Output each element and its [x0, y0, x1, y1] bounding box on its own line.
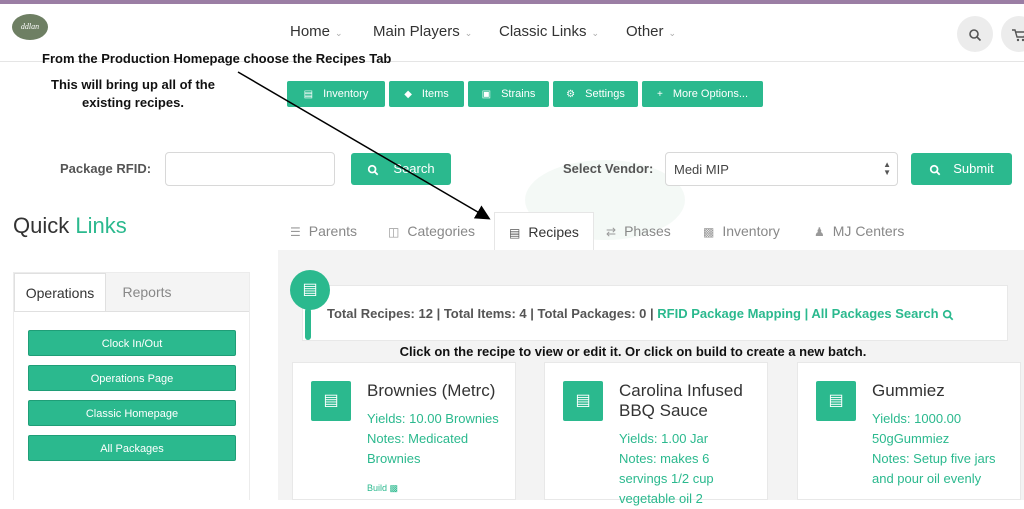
annotation-arrow [237, 71, 491, 220]
